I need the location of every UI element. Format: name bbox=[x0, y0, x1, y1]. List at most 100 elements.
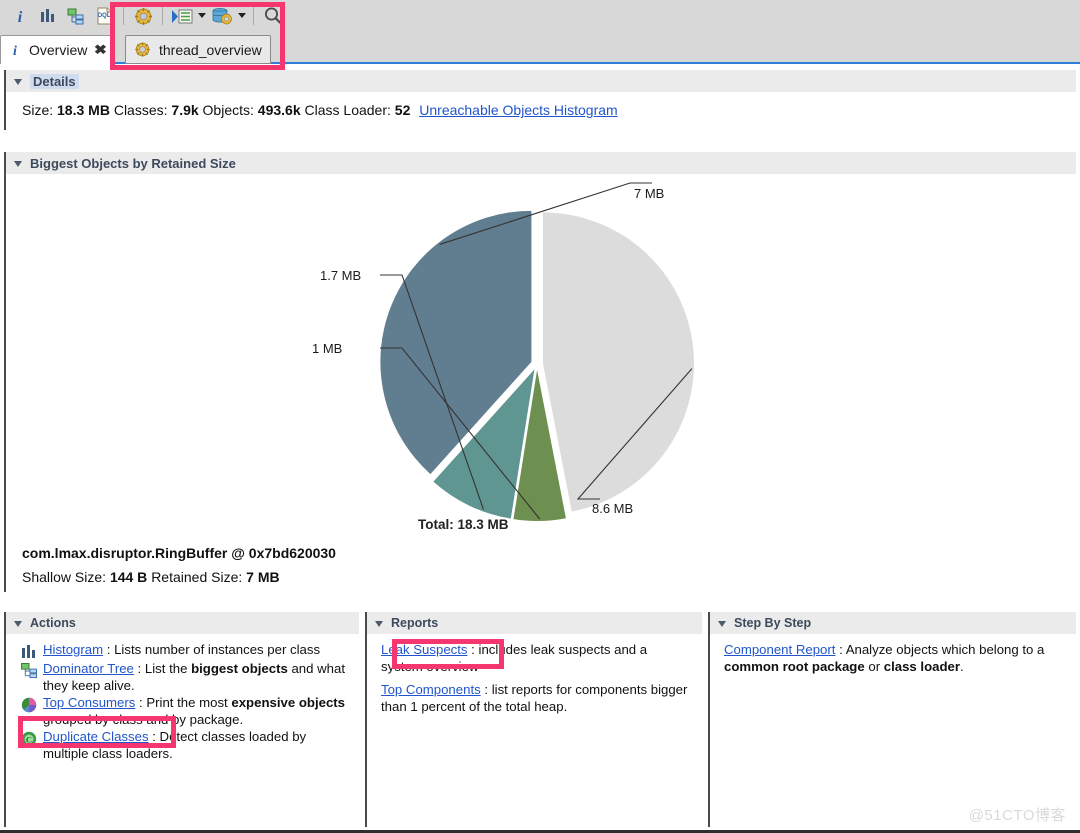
toolbar-separator-3 bbox=[253, 7, 254, 25]
svg-text:OQL: OQL bbox=[97, 13, 110, 19]
top-consumers-desc-bold: expensive objects bbox=[231, 695, 345, 710]
info-icon: i bbox=[9, 42, 21, 58]
top-consumers-icon bbox=[20, 696, 38, 713]
histogram-desc: Lists number of instances per class bbox=[114, 642, 320, 657]
dominator-tree-icon bbox=[20, 662, 38, 679]
report-item-leak-suspects[interactable]: Leak Suspects : includes leak suspects a… bbox=[381, 642, 692, 675]
editor-tab-bar: i Overview ✖ thread_overview bbox=[0, 32, 1080, 64]
biggest-objects-section-header[interactable]: Biggest Objects by Retained Size bbox=[6, 152, 1076, 174]
mat-overview-window: i OQL bbox=[0, 0, 1080, 833]
top-consumers-link[interactable]: Top Consumers bbox=[43, 695, 135, 710]
details-panel: Details bbox=[4, 70, 1076, 130]
svg-text:C: C bbox=[26, 734, 32, 744]
tab-thread-overview-label: thread_overview bbox=[159, 42, 262, 58]
tab-thread-overview[interactable]: thread_overview bbox=[125, 35, 271, 64]
histogram-icon[interactable] bbox=[34, 3, 62, 29]
details-section-title: Details bbox=[30, 74, 79, 89]
report-item-top-components[interactable]: Top Components : list reports for compon… bbox=[381, 682, 692, 715]
step-by-step-list: Component Report : Analyze objects which… bbox=[710, 634, 1076, 675]
step-item-component-report[interactable]: Component Report : Analyze objects which… bbox=[724, 642, 1066, 675]
chevron-down-icon[interactable] bbox=[14, 161, 22, 167]
top-consumers-desc-pre: Print the most bbox=[146, 695, 231, 710]
reports-panel: Reports Leak Suspects : includes leak su… bbox=[365, 612, 702, 827]
pie-label-7mb: 7 MB bbox=[634, 186, 664, 201]
retained-size-value: 7 MB bbox=[246, 569, 279, 585]
pie-label-1-7mb: 1.7 MB bbox=[320, 268, 361, 283]
biggest-objects-section-title: Biggest Objects by Retained Size bbox=[30, 156, 236, 171]
selected-object-name: com.lmax.disruptor.RingBuffer @ 0x7bd620… bbox=[22, 545, 336, 561]
dominator-tree-link[interactable]: Dominator Tree bbox=[43, 661, 134, 676]
component-report-desc-pre: Analyze objects which belong to a bbox=[846, 642, 1045, 657]
top-components-link[interactable]: Top Components bbox=[381, 682, 481, 697]
histogram-icon bbox=[20, 643, 38, 660]
search-icon[interactable] bbox=[259, 3, 287, 29]
component-report-desc-post: . bbox=[960, 659, 964, 674]
info-icon[interactable]: i bbox=[6, 3, 34, 29]
reports-section-header[interactable]: Reports bbox=[367, 612, 702, 634]
size-value: 18.3 MB bbox=[57, 102, 110, 118]
tab-overview[interactable]: i Overview ✖ bbox=[0, 35, 115, 64]
svg-text:i: i bbox=[18, 9, 23, 25]
pie-label-8-6mb: 8.6 MB bbox=[592, 501, 633, 516]
action-item-duplicate-classes[interactable]: C Duplicate Classes : Detect classes loa… bbox=[20, 729, 353, 762]
chevron-down-icon[interactable] bbox=[718, 621, 726, 627]
chevron-down-icon[interactable] bbox=[14, 79, 22, 85]
classloader-value: 52 bbox=[395, 102, 411, 118]
pie-chart-svg[interactable] bbox=[0, 175, 1080, 565]
actions-sep-1: : bbox=[134, 661, 145, 676]
actions-section-header[interactable]: Actions bbox=[6, 612, 359, 634]
action-item-top-consumers[interactable]: Top Consumers : Print the most expensive… bbox=[20, 695, 353, 728]
actions-panel: Actions Histogram : Lists number of inst… bbox=[4, 612, 359, 827]
details-summary: Size: 18.3 MB Classes: 7.9k Objects: 493… bbox=[22, 102, 618, 118]
component-report-bold-1: common root package bbox=[724, 659, 865, 674]
reports-section-title: Reports bbox=[391, 616, 438, 630]
dominator-tree-desc-bold: biggest objects bbox=[191, 661, 288, 676]
actions-section-title: Actions bbox=[30, 616, 76, 630]
step-by-step-section-header[interactable]: Step By Step bbox=[710, 612, 1076, 634]
close-icon[interactable]: ✖ bbox=[94, 42, 107, 58]
shallow-size-value: 144 B bbox=[110, 569, 147, 585]
action-item-dominator-tree[interactable]: Dominator Tree : List the biggest object… bbox=[20, 661, 353, 694]
svg-text:i: i bbox=[13, 44, 17, 58]
histogram-link[interactable]: Histogram bbox=[43, 642, 103, 657]
reports-sep-1: : bbox=[481, 682, 492, 697]
retained-size-pie-chart[interactable] bbox=[0, 175, 1080, 565]
chevron-down-icon[interactable] bbox=[14, 621, 22, 627]
open-query-browser-dropdown-icon[interactable] bbox=[196, 3, 208, 29]
actions-list: Histogram : Lists number of instances pe… bbox=[6, 634, 359, 762]
duplicate-classes-icon: C bbox=[20, 730, 38, 747]
component-report-bold-2: class loader bbox=[884, 659, 960, 674]
selected-object-sizes: Shallow Size: 144 B Retained Size: 7 MB bbox=[22, 569, 280, 585]
main-toolbar: i OQL bbox=[0, 0, 1080, 32]
action-item-histogram[interactable]: Histogram : Lists number of instances pe… bbox=[20, 642, 353, 660]
tab-overview-label: Overview bbox=[29, 42, 87, 58]
unreachable-objects-histogram-link[interactable]: Unreachable Objects Histogram bbox=[419, 102, 617, 118]
run-expert-system-dropdown-icon[interactable] bbox=[236, 3, 248, 29]
component-report-link[interactable]: Component Report bbox=[724, 642, 835, 657]
pie-total-label: Total: 18.3 MB bbox=[418, 517, 509, 532]
top-consumers-desc-post: grouped by class and by package. bbox=[43, 712, 243, 727]
objects-value: 493.6k bbox=[258, 102, 301, 118]
shallow-size-label: Shallow Size: bbox=[22, 569, 106, 585]
details-section-header[interactable]: Details bbox=[6, 70, 1076, 92]
oql-icon[interactable]: OQL bbox=[90, 3, 118, 29]
open-query-browser-icon[interactable] bbox=[168, 3, 196, 29]
actions-sep-0: : bbox=[103, 642, 114, 657]
run-expert-system-icon[interactable] bbox=[208, 3, 236, 29]
chevron-down-icon[interactable] bbox=[375, 621, 383, 627]
duplicate-classes-link[interactable]: Duplicate Classes bbox=[43, 729, 149, 744]
leak-suspects-link[interactable]: Leak Suspects bbox=[381, 642, 468, 657]
actions-sep-2: : bbox=[135, 695, 146, 710]
gear-icon[interactable] bbox=[129, 3, 157, 29]
classloader-label: Class Loader: bbox=[305, 102, 391, 118]
component-report-desc-mid: or bbox=[865, 659, 884, 674]
classes-value: 7.9k bbox=[171, 102, 198, 118]
dominator-tree-icon[interactable] bbox=[62, 3, 90, 29]
watermark: @51CTO博客 bbox=[969, 804, 1066, 825]
toolbar-separator-2 bbox=[162, 7, 163, 25]
classes-label: Classes: bbox=[114, 102, 168, 118]
step-by-step-section-title: Step By Step bbox=[734, 616, 811, 630]
pie-slice-8-6-mb[interactable] bbox=[543, 212, 694, 511]
actions-sep-3: : bbox=[149, 729, 160, 744]
gear-icon bbox=[134, 41, 151, 58]
